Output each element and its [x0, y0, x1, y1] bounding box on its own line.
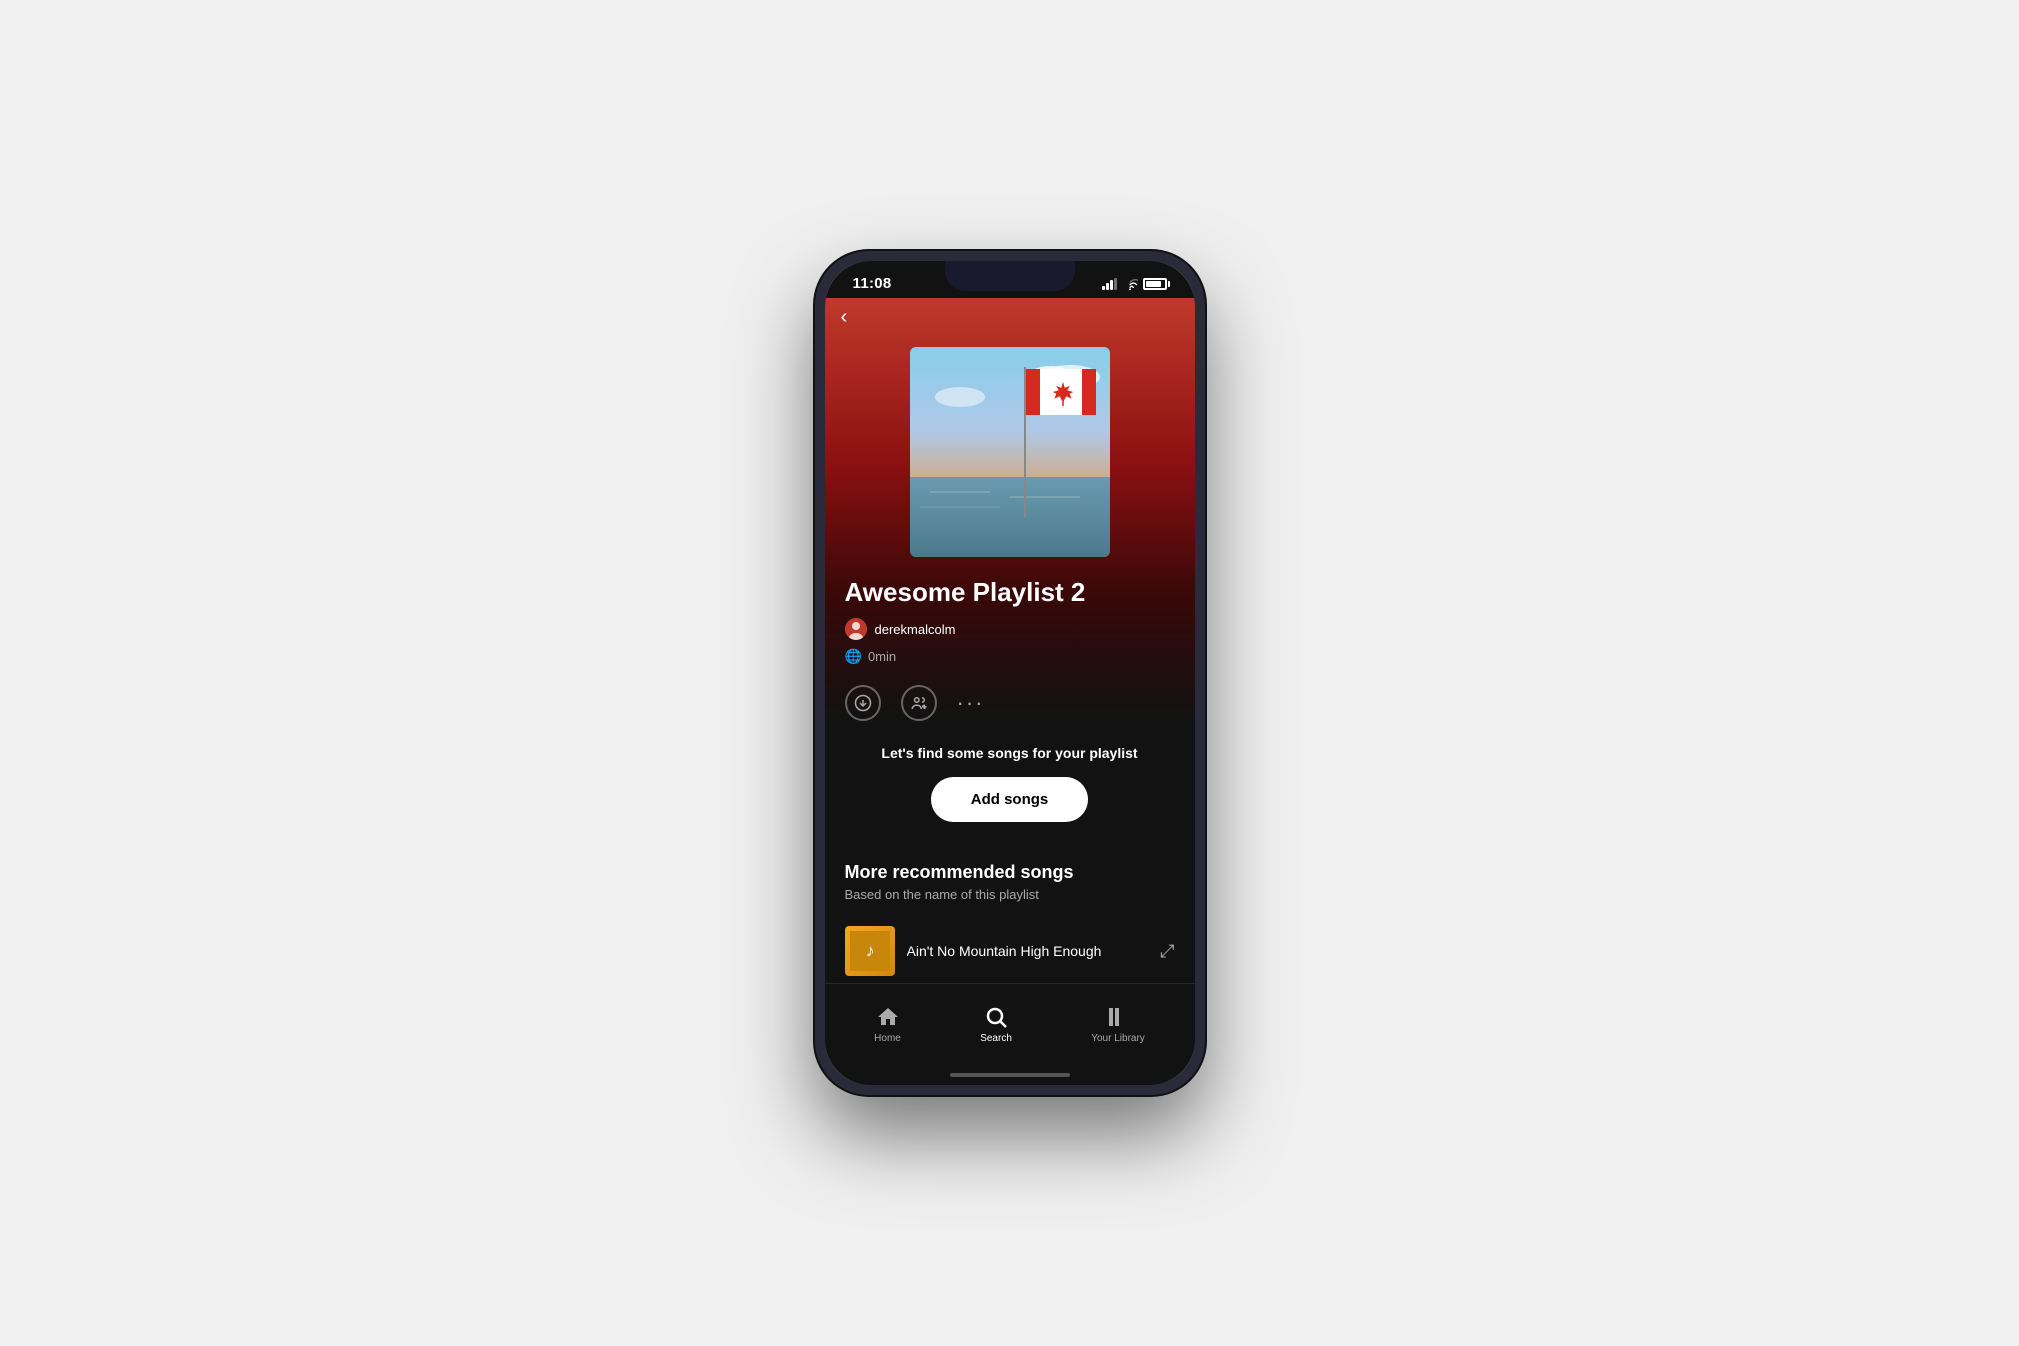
duration-text: 0min	[868, 649, 896, 664]
bottom-navigation: Home Search Your Library	[825, 983, 1195, 1065]
playlist-meta: 🌐 0min	[845, 648, 1175, 665]
search-icon	[984, 1005, 1008, 1029]
action-row: ···	[825, 685, 1195, 745]
library-icon	[1106, 1005, 1130, 1029]
globe-icon: 🌐	[845, 648, 862, 665]
home-icon	[876, 1005, 900, 1029]
nav-home-label: Home	[874, 1033, 901, 1044]
signal-icon	[1102, 278, 1117, 290]
phone-device: 11:08 ‹	[815, 251, 1205, 1095]
album-art-wrapper	[825, 337, 1195, 577]
status-time: 11:08	[853, 275, 892, 292]
nav-library-label: Your Library	[1091, 1033, 1145, 1044]
song-actions-1: ⤢	[1160, 941, 1174, 962]
home-bar	[950, 1073, 1070, 1077]
more-options-button[interactable]: ···	[957, 690, 985, 716]
playlist-owner[interactable]: derekmalcolm	[845, 618, 1175, 640]
svg-text:♪: ♪	[865, 941, 874, 961]
song-title-1: Ain't No Mountain High Enough	[907, 943, 1149, 959]
wifi-icon	[1122, 278, 1138, 290]
status-icons	[1102, 278, 1167, 290]
expand-icon-1[interactable]: ⤢	[1160, 941, 1174, 962]
song-item[interactable]: ♪ Ain't No Mountain High Enough ⤢	[845, 918, 1175, 983]
recommendations-subtitle: Based on the name of this playlist	[845, 887, 1175, 902]
download-button[interactable]	[845, 685, 881, 721]
nav-search-label: Search	[980, 1033, 1012, 1044]
song-details-1: Ain't No Mountain High Enough	[907, 943, 1149, 959]
owner-avatar	[845, 618, 867, 640]
nav-search[interactable]: Search	[960, 997, 1032, 1052]
recommendations-section: More recommended songs Based on the name…	[825, 842, 1195, 983]
nav-home[interactable]: Home	[854, 997, 921, 1052]
phone-screen: 11:08 ‹	[825, 261, 1195, 1085]
album-art	[910, 347, 1110, 557]
add-songs-button[interactable]: Add songs	[931, 777, 1089, 822]
playlist-title: Awesome Playlist 2	[845, 577, 1175, 608]
owner-name: derekmalcolm	[875, 622, 956, 637]
add-user-button[interactable]	[901, 685, 937, 721]
home-indicator	[825, 1065, 1195, 1085]
recommendations-title: More recommended songs	[845, 862, 1175, 883]
empty-playlist-state: Let's find some songs for your playlist …	[825, 745, 1195, 842]
back-button[interactable]: ‹	[825, 298, 864, 337]
notch	[945, 261, 1075, 291]
empty-playlist-text: Let's find some songs for your playlist	[845, 745, 1175, 761]
battery-icon	[1143, 278, 1167, 290]
song-thumbnail-1: ♪	[845, 926, 895, 976]
nav-library[interactable]: Your Library	[1071, 997, 1165, 1052]
scroll-content[interactable]: ‹	[825, 298, 1195, 983]
playlist-info: Awesome Playlist 2 derekmalcolm 🌐	[825, 577, 1195, 665]
